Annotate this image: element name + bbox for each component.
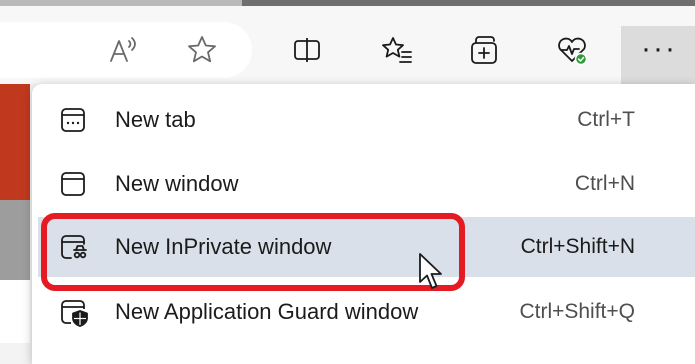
more-dots: ··· <box>641 32 677 65</box>
menu-item-shortcut: Ctrl+N <box>574 172 635 195</box>
browser-toolbar: ··· <box>0 6 695 86</box>
mouse-pointer-icon <box>419 253 442 289</box>
favorites-list-icon[interactable] <box>375 28 419 72</box>
page-background-gray <box>0 200 30 280</box>
application-guard-icon <box>58 297 88 327</box>
inprivate-icon <box>58 232 88 262</box>
settings-menu: New tab Ctrl+T New window Ctrl+N New InP… <box>32 84 695 364</box>
page-background-white <box>0 280 30 343</box>
read-aloud-icon[interactable] <box>100 28 144 72</box>
menu-item-label: New Application Guard window <box>115 299 419 324</box>
collections-icon[interactable] <box>462 28 506 72</box>
browser-essentials-icon[interactable] <box>550 28 594 72</box>
menu-item-new-tab[interactable]: New tab Ctrl+T <box>38 90 695 150</box>
settings-and-more-button[interactable]: ··· <box>621 26 695 86</box>
menu-item-new-application-guard-window[interactable]: New Application Guard window Ctrl+Shift+… <box>38 282 695 342</box>
split-screen-icon[interactable] <box>285 28 329 72</box>
menu-item-label: New window <box>115 171 239 196</box>
menu-item-label: New tab <box>115 107 196 132</box>
menu-item-shortcut: Ctrl+Shift+Q <box>519 300 635 323</box>
new-tab-icon <box>58 105 88 135</box>
menu-item-shortcut: Ctrl+Shift+N <box>520 235 635 258</box>
menu-item-new-inprivate-window[interactable]: New InPrivate window Ctrl+Shift+N <box>38 217 695 277</box>
menu-item-new-window[interactable]: New window Ctrl+N <box>38 154 695 214</box>
menu-item-label: New InPrivate window <box>115 234 332 259</box>
favorite-star-icon[interactable] <box>180 28 224 72</box>
new-window-icon <box>58 169 88 199</box>
menu-item-shortcut: Ctrl+T <box>577 108 635 131</box>
